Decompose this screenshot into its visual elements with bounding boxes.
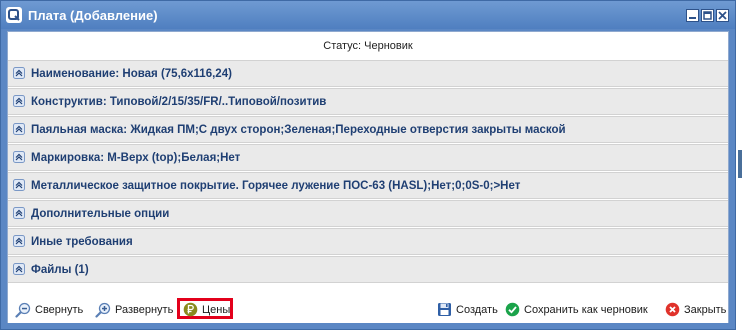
prices-label: Цены [202, 303, 231, 316]
expand-toggle-icon[interactable] [13, 179, 25, 191]
collapse-button[interactable]: Свернуть [15, 300, 83, 319]
section-label: Паяльная маска: Жидкая ПМ;С двух сторон;… [31, 124, 566, 136]
section-label: Маркировка: М-Верх (top);Белая;Нет [31, 152, 241, 164]
check-circle-icon [505, 302, 520, 317]
section-other-requirements[interactable]: Иные требования [8, 228, 728, 255]
section-list: Наименование: Новая (75,6x116,24) Констр… [8, 60, 728, 284]
bottom-toolbar: Свернуть Развернуть Цены Создать Сохрани… [8, 296, 728, 323]
save-draft-label: Сохранить как черновик [524, 303, 648, 316]
zoom-out-icon [15, 302, 31, 318]
section-metal-coating[interactable]: Металлическое защитное покрытие. Горячее… [8, 172, 728, 199]
background-scroll-mark [738, 150, 742, 178]
create-label: Создать [456, 303, 498, 316]
close-label: Закрыть [684, 303, 727, 316]
close-window-button[interactable] [716, 9, 729, 22]
expand-label: Развернуть [115, 303, 174, 316]
section-name[interactable]: Наименование: Новая (75,6x116,24) [8, 60, 728, 87]
app-icon [6, 7, 22, 23]
floppy-disk-icon [438, 303, 451, 316]
zoom-in-icon [95, 302, 111, 318]
expand-button[interactable]: Развернуть [95, 300, 173, 319]
title-bar[interactable]: Плата (Добавление) [1, 1, 735, 29]
section-marking[interactable]: Маркировка: М-Верх (top);Белая;Нет [8, 144, 728, 171]
section-label: Дополнительные опции [31, 208, 170, 220]
dialog-window: Плата (Добавление) Статус: Черновик Наим… [0, 0, 736, 330]
expand-toggle-icon[interactable] [13, 123, 25, 135]
section-label: Файлы (1) [31, 264, 89, 276]
section-label: Конструктив: Типовой/2/15/35/FR/..Типово… [31, 96, 327, 108]
create-button[interactable]: Создать [437, 300, 498, 319]
close-button[interactable]: Закрыть [665, 300, 726, 319]
expand-toggle-icon[interactable] [13, 207, 25, 219]
prices-button[interactable]: Цены [183, 300, 230, 319]
section-label: Металлическое защитное покрытие. Горячее… [31, 180, 521, 192]
collapse-label: Свернуть [35, 303, 84, 316]
expand-toggle-icon[interactable] [13, 95, 25, 107]
save-draft-button[interactable]: Сохранить как черновик [505, 300, 648, 319]
minimize-button[interactable] [686, 9, 699, 22]
status-text: Статус: Черновик [323, 40, 413, 52]
expand-toggle-icon[interactable] [13, 263, 25, 275]
section-extra-options[interactable]: Дополнительные опции [8, 200, 728, 227]
section-label: Наименование: Новая (75,6x116,24) [31, 68, 232, 80]
ruble-icon [183, 302, 198, 317]
close-circle-icon [665, 302, 680, 317]
expand-toggle-icon[interactable] [13, 151, 25, 163]
expand-toggle-icon[interactable] [13, 235, 25, 247]
section-solder-mask[interactable]: Паяльная маска: Жидкая ПМ;С двух сторон;… [8, 116, 728, 143]
section-files[interactable]: Файлы (1) [8, 256, 728, 283]
dialog-body: Статус: Черновик Наименование: Новая (75… [7, 31, 729, 323]
section-construction[interactable]: Конструктив: Типовой/2/15/35/FR/..Типово… [8, 88, 728, 115]
section-label: Иные требования [31, 236, 133, 248]
maximize-button[interactable] [701, 9, 714, 22]
expand-toggle-icon[interactable] [13, 67, 25, 79]
background-strip [737, 0, 742, 333]
window-title: Плата (Добавление) [28, 8, 158, 23]
